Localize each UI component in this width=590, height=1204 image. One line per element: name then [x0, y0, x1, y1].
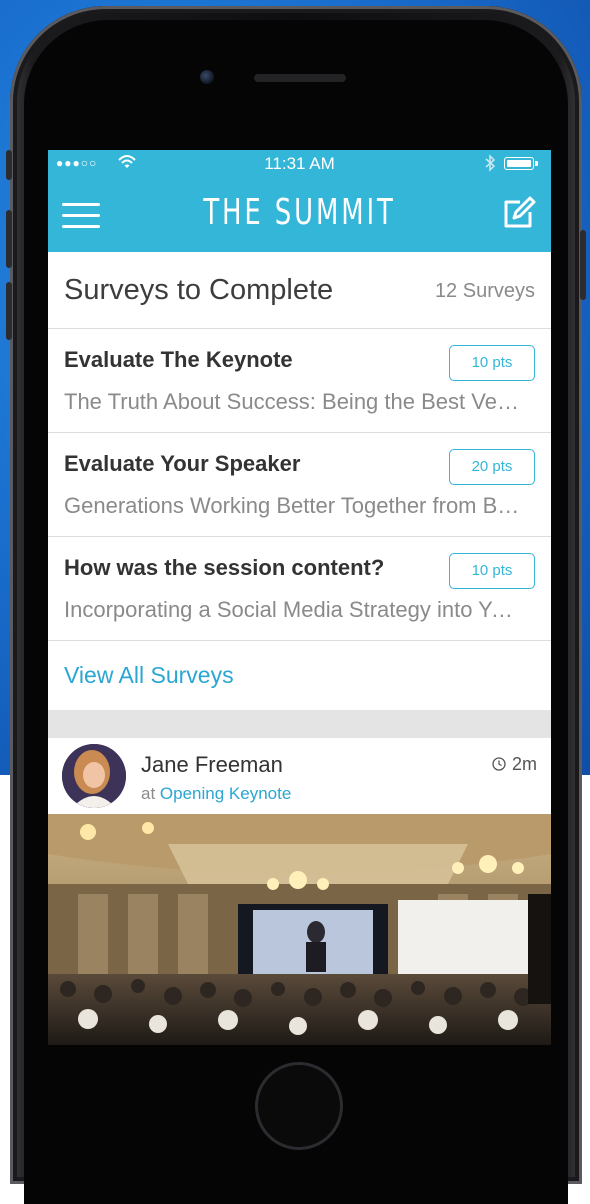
- clock-icon: [492, 757, 506, 771]
- survey-title: Evaluate The Keynote: [64, 347, 293, 372]
- conference-hall-image: [48, 814, 551, 1045]
- post-location-line: at Opening Keynote: [141, 784, 291, 804]
- earpiece-speaker: [254, 74, 346, 82]
- post-time-text: 2m: [511, 754, 537, 774]
- battery-icon: [504, 157, 538, 170]
- points-badge: 10 pts: [449, 345, 535, 381]
- post-location-link[interactable]: Opening Keynote: [160, 784, 291, 803]
- surveys-title: Surveys to Complete: [64, 274, 334, 306]
- post-at-prefix: at: [141, 784, 156, 803]
- survey-item[interactable]: How was the session content? 10 pts Inco…: [48, 537, 551, 641]
- volume-up-button: [6, 210, 12, 268]
- post-header: Jane Freeman at Opening Keynote 2m: [48, 738, 551, 814]
- post-time: 2m: [492, 754, 537, 775]
- points-badge: 10 pts: [449, 553, 535, 589]
- survey-title: How was the session content?: [64, 555, 385, 580]
- mute-switch: [6, 150, 12, 180]
- points-badge: 20 pts: [449, 449, 535, 485]
- survey-subtitle: Incorporating a Social Media Strategy in…: [64, 597, 524, 622]
- survey-subtitle: The Truth About Success: Being the Best …: [64, 389, 524, 414]
- survey-title: Evaluate Your Speaker: [64, 451, 301, 476]
- feed-divider: [48, 710, 551, 738]
- status-bar: ●●●○○ 11:31 AM: [48, 150, 551, 178]
- avatar[interactable]: [62, 744, 126, 808]
- avatar-portrait: [62, 744, 126, 808]
- power-button: [580, 230, 586, 300]
- volume-down-button: [6, 282, 12, 340]
- phone-screen: ●●●○○ 11:31 AM THE SUMMIT Surveys to Com…: [48, 150, 551, 1045]
- post-photo[interactable]: [48, 814, 551, 1045]
- compose-icon[interactable]: [498, 194, 538, 234]
- post-author[interactable]: Jane Freeman: [141, 752, 283, 778]
- survey-item[interactable]: Evaluate Your Speaker 20 pts Generations…: [48, 433, 551, 537]
- survey-subtitle: Generations Working Better Together from…: [64, 493, 524, 518]
- nav-bar: THE SUMMIT: [48, 178, 551, 252]
- bluetooth-icon: [485, 154, 496, 172]
- view-all-surveys-link[interactable]: View All Surveys: [64, 662, 234, 689]
- surveys-count: 12 Surveys: [434, 280, 535, 302]
- app-title: THE SUMMIT: [203, 192, 396, 233]
- front-camera: [200, 70, 214, 84]
- surveys-header: Surveys to Complete 12 Surveys: [48, 252, 551, 329]
- status-time: 11:31 AM: [264, 154, 335, 173]
- home-button[interactable]: [255, 1062, 343, 1150]
- survey-item[interactable]: Evaluate The Keynote 10 pts The Truth Ab…: [48, 329, 551, 433]
- hamburger-menu-icon[interactable]: [62, 201, 100, 229]
